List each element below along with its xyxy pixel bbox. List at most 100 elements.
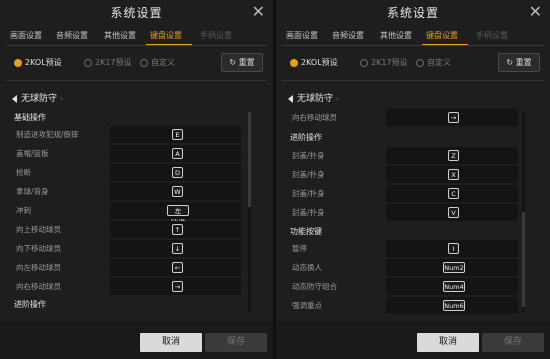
key-badge[interactable]: A [172,148,183,159]
tab-other[interactable]: 其他设置 [380,28,412,44]
keybinding-row: 抢断 D [6,164,241,181]
tab-display[interactable]: 画面设置 [10,28,42,44]
key-badge[interactable]: D [172,167,183,178]
tab-keyboard[interactable]: 键盘设置 [150,28,182,44]
dialog-title: 系统设置 [110,6,163,20]
scrollbar[interactable] [248,112,251,312]
tab-keyboard[interactable]: 键盘设置 [426,28,458,44]
dialog-footer: 取消 保存 [276,321,550,359]
key-badge[interactable]: Z [448,150,459,161]
section-heading[interactable]: 无球防守 › [288,91,339,104]
action-label: 拿球/背身 [16,187,49,196]
action-label: 封盖/扑身 [292,170,325,179]
keybinding-row: 动态换人 Num2 [282,259,518,276]
keybinding-row: 向下移动球员 ↓ [6,240,241,257]
reset-label: 重置 [515,58,532,67]
preset-2k17[interactable]: 2K17预设 [84,55,132,71]
key-badge[interactable]: C [448,188,459,199]
key-badge[interactable]: I [448,243,459,254]
preset-divider [282,80,544,81]
keybinding-row: 向上移动球员 ↑ [6,221,241,238]
key-badge[interactable]: Num2 [443,262,465,273]
scrollbar-thumb[interactable] [248,112,251,207]
refresh-icon: ↻ [506,58,514,67]
keybinding-row: 冲刺 左Shift [6,202,241,226]
radio-dot-icon [14,58,22,67]
tab-bar: 画面设置 音频设置 其他设置 键盘设置 手柄设置 [282,28,544,46]
arrow-down-icon[interactable]: ↓ [172,243,183,254]
key-badge[interactable]: V [448,207,459,218]
settings-dialog-left: 系统设置 ✕ 画面设置 音频设置 其他设置 键盘设置 手柄设置 2KOL预设 2… [0,0,273,359]
preset-2kol[interactable]: 2KOL预设 [14,55,62,71]
action-label: 向右移动球员 [16,282,61,291]
reset-button[interactable]: ↻ 重置 [498,53,540,72]
group-header: 功能按键 [282,223,518,240]
key-badge[interactable]: E [172,129,183,140]
reset-button[interactable]: ↻ 重置 [221,53,263,72]
section-title: 无球防守 [297,94,334,104]
preset-2kol[interactable]: 2KOL预设 [290,55,338,71]
section-title: 无球防守 [21,94,58,104]
scrollbar[interactable] [522,112,525,312]
action-label: 封盖/扑身 [292,189,325,198]
keybinding-row: 盖帽/篮板 A [6,145,241,162]
key-badge[interactable]: X [448,169,459,180]
key-badge[interactable]: Num4 [443,281,465,292]
radio-dot-icon [84,58,92,67]
dialog-footer: 取消 保存 [0,321,273,359]
arrow-up-icon[interactable]: ↑ [172,224,183,235]
cancel-button[interactable]: 取消 [140,333,202,352]
keybinding-row: 制造进攻犯规/假摔 E [6,126,241,143]
tabs-divider [282,45,544,46]
key-badge[interactable]: 左Shift [167,205,189,226]
action-label: 向右移动球员 [292,113,337,122]
group-header-label: 进阶操作 [290,133,322,142]
radio-dot-icon [140,58,148,67]
save-button[interactable]: 保存 [205,333,267,352]
group-header-label: 功能按键 [290,227,322,236]
preset-2k17[interactable]: 2K17预设 [360,55,408,71]
preset-group: 2KOL预设 2K17预设 自定义 ↻ 重置 [286,53,540,72]
preset-label: 2KOL预设 [25,58,62,67]
tab-gamepad[interactable]: 手柄设置 [476,28,508,44]
preset-custom[interactable]: 自定义 [140,55,175,71]
action-label: 封盖/扑身 [292,208,325,217]
action-label: 动态防守组合 [292,282,337,291]
tab-display[interactable]: 画面设置 [286,28,318,44]
tab-gamepad[interactable]: 手柄设置 [200,28,232,44]
arrow-right-icon[interactable]: → [172,281,183,292]
preset-label: 自定义 [151,58,175,67]
keybinding-list-left: 基础操作 制造进攻犯规/假摔 E 盖帽/篮板 A 抢断 D 拿球/背身 W 冲刺 左Shi… [0,106,273,319]
preset-group: 2KOL预设 2K17预设 自定义 ↻ 重置 [10,53,263,72]
group-header: 进阶操作 [282,129,518,146]
section-heading[interactable]: 无球防守 › [12,91,63,104]
action-label: 冲刺 [16,206,31,215]
close-icon[interactable]: ✕ [252,2,265,22]
key-badge[interactable]: W [172,186,183,197]
cancel-button[interactable]: 取消 [417,333,479,352]
keybinding-row: 暂停 I [282,240,518,257]
keybinding-row: 向左移动球员 ← [6,259,241,276]
tab-audio[interactable]: 音频设置 [56,28,88,44]
preset-label: 2KOL预设 [301,58,338,67]
chevron-right-icon: › [60,94,64,103]
tab-other[interactable]: 其他设置 [104,28,136,44]
action-label: 制造进攻犯规/假摔 [16,130,79,139]
keybinding-row: 封盖/扑身 C [282,185,518,202]
close-icon[interactable]: ✕ [529,2,542,22]
key-badge[interactable]: Num6 [443,300,465,311]
keybinding-list-right: 向右移动球员 → 进阶操作 封盖/扑身 Z 封盖/扑身 X 封盖/扑身 C 封盖/扑身 V… [276,106,550,319]
group-header: 进阶操作 [6,296,241,313]
action-label: 向左移动球员 [16,263,61,272]
action-label: 动态换人 [292,263,322,272]
arrow-right-icon[interactable]: → [448,112,459,123]
settings-dialog-right: 系统设置 ✕ 画面设置 音频设置 其他设置 键盘设置 手柄设置 2KOL预设 2… [276,0,550,359]
preset-custom[interactable]: 自定义 [416,55,451,71]
keybinding-row: 拿球/背身 W [6,183,241,200]
arrow-left-icon[interactable]: ← [172,262,183,273]
reset-label: 重置 [238,58,255,67]
scrollbar-thumb[interactable] [522,212,525,307]
tab-audio[interactable]: 音频设置 [332,28,364,44]
save-button[interactable]: 保存 [482,333,544,352]
action-label: 强调重点 [292,301,322,310]
